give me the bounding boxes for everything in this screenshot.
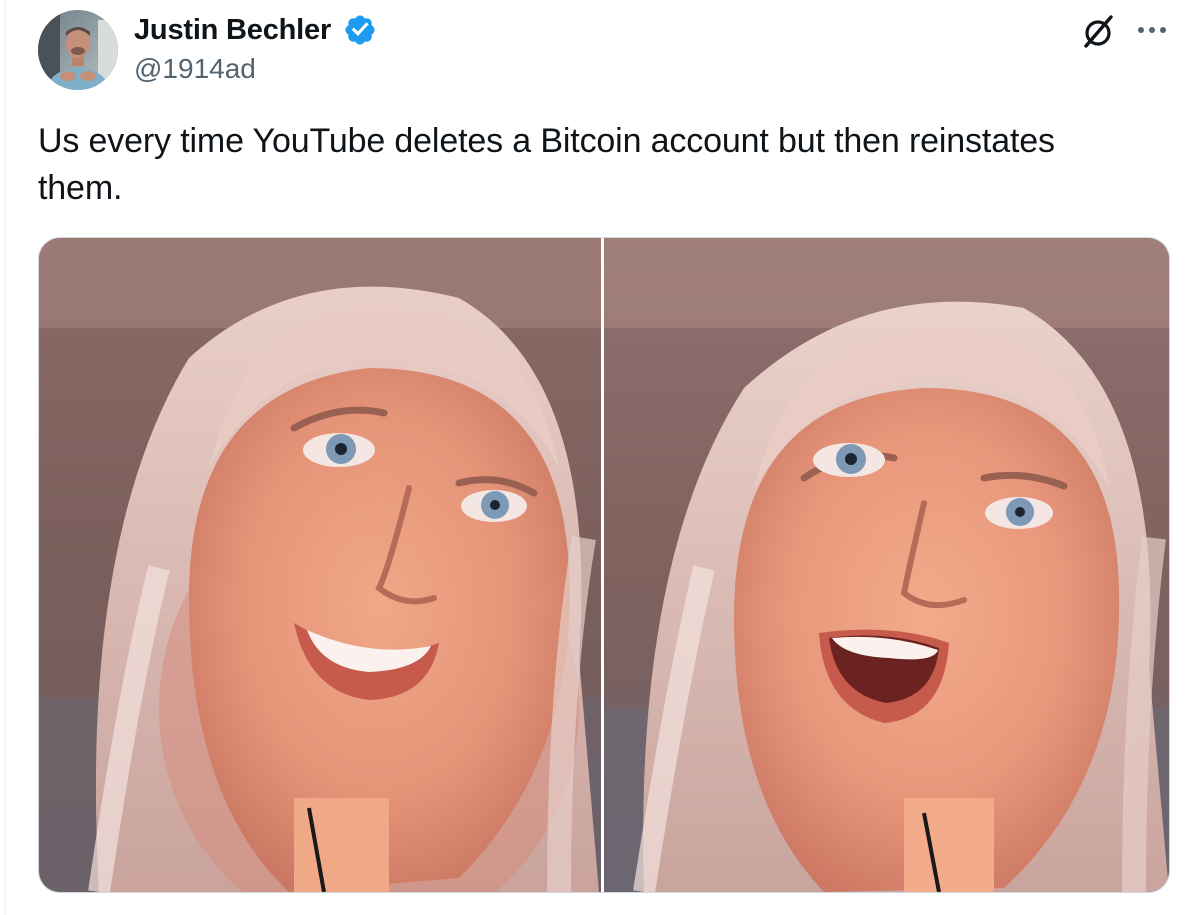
media-photo[interactable] [604, 238, 1169, 892]
grok-icon [1084, 15, 1113, 48]
grok-button[interactable] [1078, 12, 1118, 52]
more-button[interactable] [1132, 14, 1172, 46]
verified-badge-icon [345, 15, 375, 45]
author-name[interactable]: Justin Bechler [134, 12, 331, 48]
media-photo[interactable] [39, 238, 601, 892]
tweet[interactable]: Justin Bechler @1914ad Us every time You… [0, 0, 1192, 915]
media-grid[interactable] [38, 237, 1170, 893]
more-dots-icon [1138, 27, 1166, 33]
author-handle[interactable]: @1914ad [134, 52, 256, 86]
tweet-text: Us every time YouTube deletes a Bitcoin … [38, 122, 1055, 207]
avatar[interactable] [38, 10, 118, 90]
